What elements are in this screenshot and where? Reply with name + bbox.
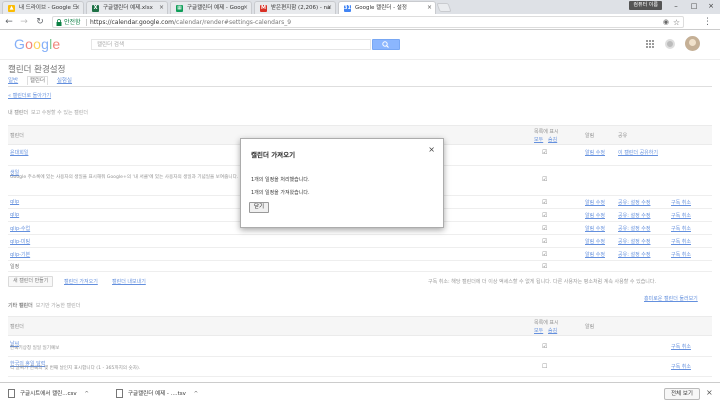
star-icon[interactable]: ☆	[673, 17, 680, 28]
file-icon	[8, 389, 15, 398]
maximize-button[interactable]: □	[686, 0, 702, 12]
close-icon[interactable]: ×	[427, 2, 432, 14]
minimize-button[interactable]: –	[668, 0, 684, 12]
url-path: /calendar/render#settings-calendars_9	[174, 19, 292, 26]
url-host: https://calendar.google.com	[90, 19, 174, 26]
back-arrow-icon[interactable]: ←	[3, 16, 15, 28]
file-icon	[116, 389, 123, 398]
chevron-up-icon[interactable]: ^	[194, 391, 199, 397]
close-icon[interactable]: ×	[75, 2, 80, 14]
tab-title: 내 드라이브 - Google 드	[19, 5, 78, 11]
tab-calendar-settings[interactable]: 31 Google 캘린더 - 설정 ×	[338, 1, 436, 14]
window-close-button[interactable]: ×	[703, 0, 719, 12]
sheets-icon: ▦	[176, 5, 183, 12]
download-item[interactable]: 구글캘린더 예제 - ....tsv ^	[116, 387, 216, 401]
browser-tab-strip: ▲ 내 드라이브 - Google 드 × X 구글캘린더 예제.xlsx × …	[0, 0, 720, 14]
secure-label: 안전함	[64, 19, 81, 26]
excel-icon: X	[92, 5, 99, 12]
profile-name-badge[interactable]: 컴퓨터 이름	[629, 1, 662, 10]
close-icon[interactable]: ×	[243, 2, 248, 14]
chevron-up-icon[interactable]: ^	[84, 391, 89, 397]
show-all-downloads-button[interactable]: 전체 보기	[664, 388, 700, 400]
forward-arrow-icon[interactable]: →	[18, 16, 30, 28]
url-text: https://calendar.google.com/calendar/ren…	[90, 17, 291, 28]
address-bar[interactable]: 안전함 https://calendar.google.com/calendar…	[52, 16, 684, 28]
lock-icon	[56, 19, 62, 26]
download-file-name: 구글캘린더 예제 - ....tsv	[128, 391, 186, 397]
drive-icon: ▲	[8, 5, 15, 12]
download-item[interactable]: 구글시트에서 캘린...csv ^	[8, 387, 108, 401]
tab-excel[interactable]: X 구글캘린더 예제.xlsx ×	[86, 1, 168, 14]
close-icon[interactable]: ×	[706, 388, 713, 397]
tab-gmail[interactable]: M 받은편지함 (2,206) - na ×	[254, 1, 336, 14]
download-file-name: 구글시트에서 캘린...csv	[20, 391, 77, 397]
tab-drive[interactable]: ▲ 내 드라이브 - Google 드 ×	[2, 1, 84, 14]
gmail-icon: M	[260, 5, 267, 12]
import-calendar-dialog: 캘린더 가져오기 × 1개의 일정을 처리했습니다. 1개의 일정을 가져왔습니…	[240, 138, 444, 228]
download-shelf: 구글시트에서 캘린...csv ^ 구글캘린더 예제 - ....tsv ^ 전…	[0, 382, 720, 404]
dialog-close-button[interactable]: 닫기	[249, 202, 270, 213]
close-icon[interactable]: ×	[327, 2, 332, 14]
eye-icon[interactable]: ◉	[663, 17, 669, 28]
tab-title: Google 캘린더 - 설정	[355, 5, 407, 11]
calendar-icon: 31	[344, 5, 351, 12]
close-icon[interactable]: ×	[428, 145, 435, 154]
dialog-title: 캘린더 가져오기	[251, 151, 296, 159]
tab-title: 받은편지함 (2,206) - na	[271, 5, 331, 11]
kebab-menu-icon[interactable]: ⋮	[703, 16, 712, 28]
dialog-message-imported: 1개의 일정을 가져왔습니다.	[251, 190, 310, 196]
close-icon[interactable]: ×	[159, 2, 164, 14]
browser-toolbar: ← → ↻ 안전함 https://calendar.google.com/ca…	[0, 14, 720, 30]
dialog-message-processed: 1개의 일정을 처리했습니다.	[251, 177, 310, 183]
url-divider	[86, 19, 87, 26]
reload-icon[interactable]: ↻	[34, 16, 46, 28]
tab-title: 구글캘린더 예제 - Goog	[187, 5, 245, 11]
new-tab-button[interactable]	[436, 3, 452, 12]
tab-sheets[interactable]: ▦ 구글캘린더 예제 - Goog ×	[170, 1, 252, 14]
tab-title: 구글캘린더 예제.xlsx	[103, 5, 153, 11]
